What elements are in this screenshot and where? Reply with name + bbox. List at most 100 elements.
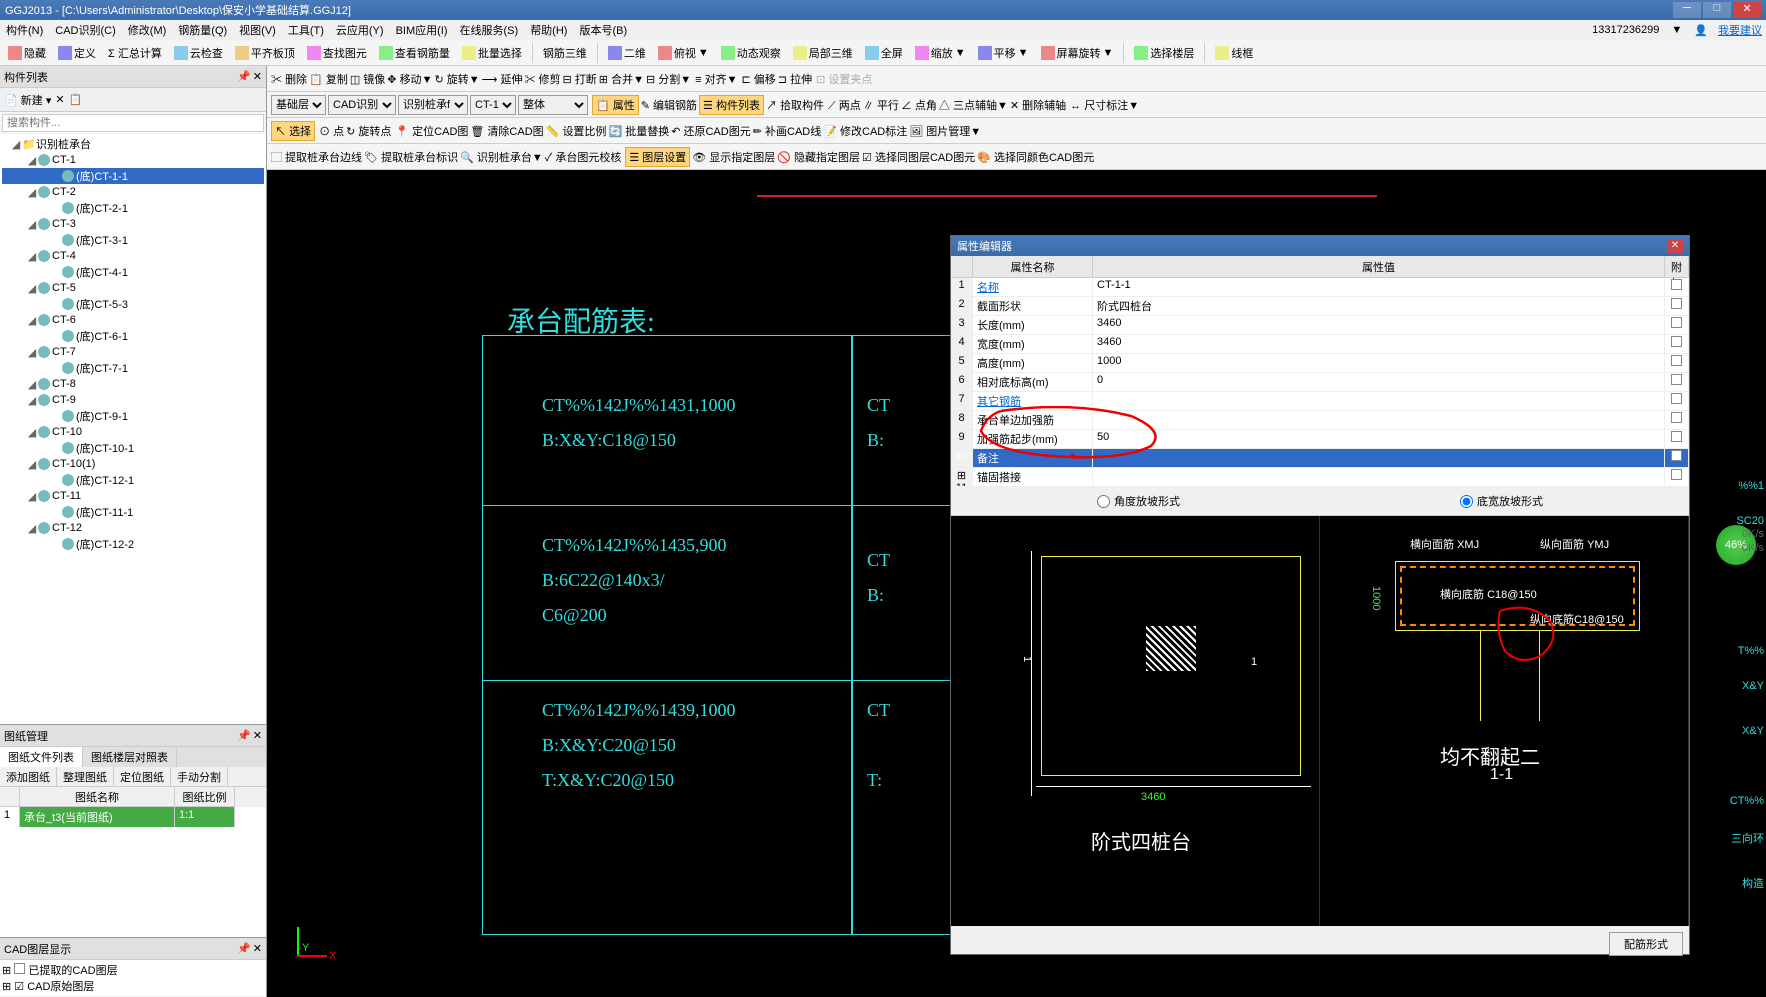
tree-node[interactable]: ◢📁识别桩承台: [2, 136, 264, 152]
tb-imagemanage[interactable]: 🖼 图片管理▼: [909, 123, 981, 139]
menu-bim[interactable]: BIM应用(I): [394, 22, 450, 38]
panel-close-icon[interactable]: ✕: [253, 942, 262, 955]
tb-dimension[interactable]: ↔ 尺寸标注▼: [1070, 97, 1139, 113]
identify-select[interactable]: 识别桩承f: [398, 95, 468, 115]
organize-button[interactable]: 整理图纸: [57, 767, 114, 786]
add-drawing-button[interactable]: 添加图纸: [0, 767, 57, 786]
tb-define[interactable]: 定义: [54, 43, 100, 63]
tree-node[interactable]: ◢CT-4: [2, 248, 264, 264]
property-row[interactable]: 7其它钢筋: [951, 392, 1689, 411]
tree-node[interactable]: (底)CT-5-3: [2, 296, 264, 312]
tb-viewrebar[interactable]: 查看钢筋量: [375, 43, 454, 63]
property-row[interactable]: 4宽度(mm)3460: [951, 335, 1689, 354]
tb-comp-list[interactable]: ☰ 构件列表: [699, 95, 764, 115]
tb-select[interactable]: ↖ 选择: [271, 121, 315, 141]
tb-align[interactable]: ≡ 对齐▼: [695, 71, 737, 87]
tb-extract-mark[interactable]: 🏷 提取桩承台标识: [364, 149, 458, 165]
tb-zoom[interactable]: 缩放▼: [911, 43, 970, 63]
menu-online[interactable]: 在线服务(S): [458, 22, 521, 38]
radio-angle[interactable]: 角度放坡形式: [1097, 493, 1180, 509]
tb-delaxis[interactable]: ✕ 删除辅轴: [1010, 97, 1066, 113]
pin-icon[interactable]: 📌: [237, 942, 251, 955]
tb-drawcad[interactable]: ✏ 补画CAD线: [753, 123, 822, 139]
tb-rotate[interactable]: ↻ 旋转▼: [434, 71, 479, 87]
tree-node[interactable]: (底)CT-11-1: [2, 504, 264, 520]
tb-sum[interactable]: Σ 汇总计算: [104, 43, 166, 63]
layer-item[interactable]: ⊞ 已提取的CAD图层: [2, 962, 264, 978]
property-row[interactable]: 10备注: [951, 449, 1689, 468]
property-row[interactable]: 2截面形状阶式四桩台: [951, 297, 1689, 316]
tree-node[interactable]: (底)CT-6-1: [2, 328, 264, 344]
tb-identify[interactable]: 🔍 识别桩承台▼: [460, 149, 543, 165]
tb-trim[interactable]: ✂ 修剪: [524, 71, 560, 87]
menu-modify[interactable]: 修改(M): [126, 22, 169, 38]
tb-modifycad[interactable]: 📝 修改CAD标注: [823, 123, 907, 139]
layer-item[interactable]: ⊞ ☑ CAD原始图层: [2, 978, 264, 994]
tb-batchselect[interactable]: 批量选择: [458, 43, 526, 63]
tb-extract-edge[interactable]: ⬚ 提取桩承台边线: [271, 149, 362, 165]
tb-locatecad[interactable]: 📍 定位CAD图: [395, 123, 468, 139]
menu-view[interactable]: 视图(V): [237, 22, 278, 38]
property-row[interactable]: 3长度(mm)3460: [951, 316, 1689, 335]
tb-hidelayer[interactable]: 🚫 隐藏指定图层: [777, 149, 860, 165]
panel-close-icon[interactable]: ✕: [253, 70, 262, 83]
tb-offset[interactable]: ⊏ 偏移: [742, 71, 776, 87]
tb-stretch[interactable]: ⊐ 拉伸: [778, 71, 812, 87]
delete-icon[interactable]: ✕: [55, 93, 64, 106]
tb-wireframe[interactable]: 线框: [1211, 43, 1257, 63]
tb-break[interactable]: ⊟ 打断: [563, 71, 597, 87]
tree-node[interactable]: ◢CT-9: [2, 392, 264, 408]
tb-edit-rebar[interactable]: ✎ 编辑钢筋: [641, 97, 697, 113]
whole-select[interactable]: 整体: [518, 95, 588, 115]
tb-clearcad[interactable]: 🗑 清除CAD图: [470, 123, 543, 139]
tree-node[interactable]: (底)CT-3-1: [2, 232, 264, 248]
tb-twopoint[interactable]: ⟋ 两点: [828, 97, 861, 113]
tb-pick[interactable]: ↗ 拾取构件: [766, 97, 824, 113]
tb-local3d[interactable]: 局部三维: [789, 43, 857, 63]
cad-select[interactable]: CAD识别: [328, 95, 396, 115]
property-row[interactable]: 6相对底标高(m)0: [951, 373, 1689, 392]
property-row[interactable]: ⊞ 11锚固搭接: [951, 468, 1689, 487]
locate-button[interactable]: 定位图纸: [114, 767, 171, 786]
tb-selectfloor[interactable]: 选择楼层: [1130, 43, 1198, 63]
tb-property[interactable]: 📋 属性: [592, 95, 639, 115]
tree-node[interactable]: ◢CT-2: [2, 184, 264, 200]
menu-cloud[interactable]: 云应用(Y): [334, 22, 386, 38]
property-row[interactable]: 1名称CT-1-1: [951, 278, 1689, 297]
tb-cloudcheck[interactable]: 云检查: [170, 43, 227, 63]
tree-node[interactable]: (底)CT-12-2: [2, 536, 264, 552]
tree-node[interactable]: ◢CT-10(1): [2, 456, 264, 472]
tb-hide[interactable]: 隐藏: [4, 43, 50, 63]
tree-node[interactable]: ◢CT-3: [2, 216, 264, 232]
tb-rotate[interactable]: 屏幕旋转▼: [1037, 43, 1118, 63]
tb-layersettings[interactable]: ☰ 图层设置: [625, 147, 690, 167]
property-row[interactable]: 9加强筋起步(mm)50: [951, 430, 1689, 449]
tb-orbit[interactable]: 动态观察: [717, 43, 785, 63]
suggest-link[interactable]: 我要建议: [1718, 22, 1762, 38]
maximize-button[interactable]: □: [1703, 2, 1731, 18]
tb-grip[interactable]: ⊡ 设置夹点: [816, 71, 872, 87]
menu-rebar[interactable]: 钢筋量(Q): [176, 22, 229, 38]
tree-node[interactable]: ◢CT-5: [2, 280, 264, 296]
tree-node[interactable]: (底)CT-9-1: [2, 408, 264, 424]
copy-icon[interactable]: 📋: [69, 93, 83, 106]
tb-showlayer[interactable]: 👁 显示指定图层: [692, 149, 775, 165]
menu-tools[interactable]: 工具(T): [286, 22, 326, 38]
tab-floor-map[interactable]: 图纸楼层对照表: [83, 747, 177, 767]
ct-select[interactable]: CT-1: [470, 95, 516, 115]
tb-point[interactable]: ⊙ 点: [319, 123, 344, 139]
tree-node[interactable]: (底)CT-10-1: [2, 440, 264, 456]
tb-mirror[interactable]: ◫ 镜像: [350, 71, 385, 87]
pin-icon[interactable]: 📌: [237, 70, 251, 83]
tb-delete[interactable]: ✂ 删除: [271, 71, 307, 87]
property-close-button[interactable]: ✕: [1667, 239, 1683, 253]
new-button[interactable]: 📄 新建 ▾: [4, 92, 51, 108]
tb-top[interactable]: 俯视▼: [654, 43, 713, 63]
tb-pan[interactable]: 平移▼: [974, 43, 1033, 63]
floor-select[interactable]: 基础层: [271, 95, 326, 115]
tb-restorecad[interactable]: ↶ 还原CAD图元: [671, 123, 751, 139]
tb-rotpoint[interactable]: ↻ 旋转点: [346, 123, 391, 139]
search-input[interactable]: [2, 114, 264, 132]
drawing-row[interactable]: 1 承台_t3(当前图纸) 1:1: [0, 807, 266, 827]
tree-node[interactable]: (底)CT-1-1: [2, 168, 264, 184]
